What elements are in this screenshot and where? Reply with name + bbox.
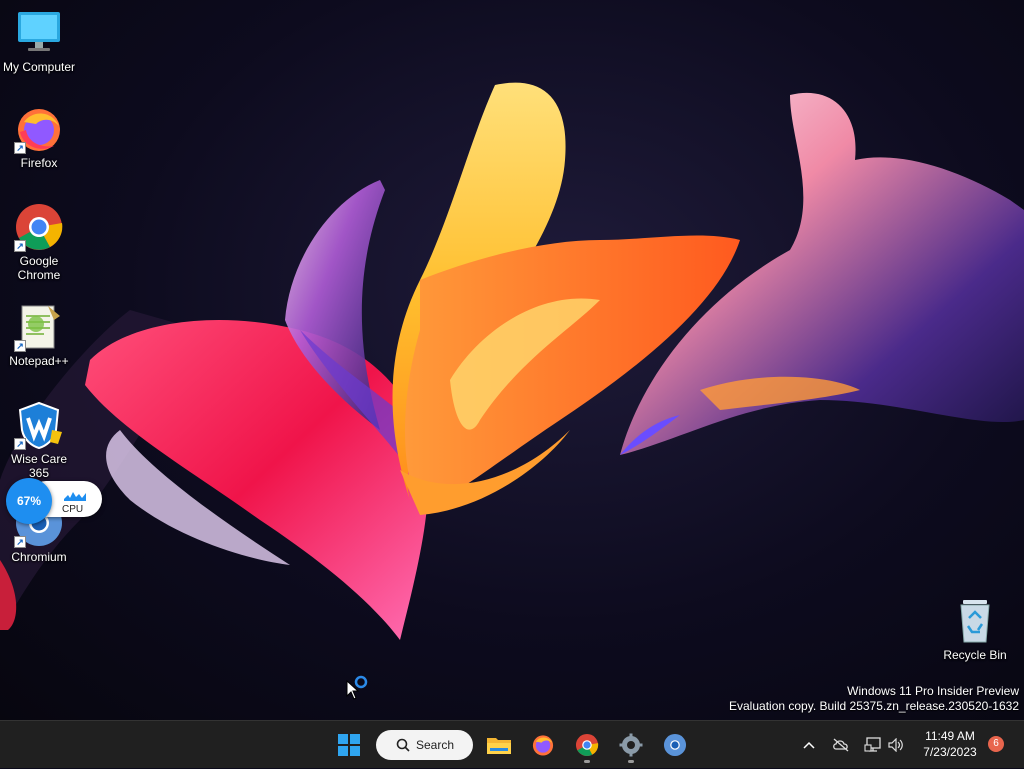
volume-button[interactable] [886, 721, 906, 769]
firefox-icon: ↗ [14, 104, 64, 154]
cpu-percent-circle: 67% [6, 478, 52, 524]
file-explorer-icon [487, 738, 511, 754]
watermark-line-2: Evaluation copy. Build 25375.zn_release.… [729, 699, 1019, 713]
shortcut-arrow-icon: ↗ [14, 142, 26, 154]
taskbar-clock[interactable]: 11:49 AM 7/23/2023 [912, 728, 988, 760]
shortcut-arrow-icon: ↗ [14, 240, 26, 252]
clock-time: 11:49 AM [925, 729, 975, 743]
cpu-label: CPU [62, 504, 84, 515]
desktop-icon-my-computer[interactable]: My Computer [0, 8, 78, 74]
shortcut-arrow-icon: ↗ [14, 438, 26, 450]
desktop-icon-label: Notepad++ [9, 354, 69, 368]
chevron-up-icon [803, 741, 815, 749]
running-indicator [584, 760, 590, 763]
show-hidden-icons-button[interactable] [799, 721, 819, 769]
desktop-icon-google-chrome[interactable]: ↗ Google Chrome [0, 202, 78, 282]
running-indicator [628, 760, 634, 763]
desktop-icon-label: My Computer [2, 60, 76, 74]
taskbar-app-google-chrome[interactable] [569, 727, 605, 763]
chrome-icon [575, 733, 599, 757]
shortcut-arrow-icon: ↗ [14, 340, 26, 352]
shortcut-arrow-icon: ↗ [14, 536, 26, 548]
desktop-icon-label: Google Chrome [17, 254, 61, 282]
taskbar-app-chromium[interactable] [657, 727, 693, 763]
cloud-offline-icon [833, 738, 849, 752]
notification-badge[interactable]: 6 [988, 736, 1004, 752]
evaluation-watermark: Windows 11 Pro Insider Preview Evaluatio… [729, 684, 1019, 714]
desktop-icon-label: Chromium [11, 550, 67, 564]
wallpaper-bloom [0, 82, 1024, 640]
firefox-icon [532, 735, 554, 756]
taskbar-app-firefox[interactable] [525, 727, 561, 763]
desktop[interactable]: My Computer ↗ Firefox ↗ Google Chrome ↗ … [0, 0, 1024, 720]
onedrive-status-button[interactable] [830, 721, 852, 769]
clock-date: 7/23/2023 [923, 745, 977, 759]
taskbar: Search 11:49 AM 7/23/2023 6 [0, 720, 1024, 768]
desktop-icon-wise-care-365[interactable]: ↗ Wise Care 365 [0, 400, 78, 480]
desktop-icon-recycle-bin[interactable]: Recycle Bin [936, 596, 1014, 662]
windows-start-icon [338, 734, 360, 756]
desktop-icon-label: Recycle Bin [943, 648, 1007, 662]
network-icon [864, 737, 881, 752]
chrome-icon: ↗ [14, 202, 64, 252]
settings-gear-icon [619, 733, 643, 757]
taskbar-app-settings[interactable] [613, 727, 649, 763]
monitor-icon [14, 8, 64, 58]
desktop-icon-notepadpp[interactable]: ↗ Notepad++ [0, 302, 78, 368]
network-status-button[interactable] [862, 721, 884, 769]
search-label: Search [416, 738, 455, 752]
watermark-line-1: Windows 11 Pro Insider Preview [847, 684, 1019, 698]
wisecare-icon: ↗ [14, 400, 64, 450]
start-button[interactable] [331, 727, 367, 763]
chromium-icon [663, 733, 687, 757]
search-icon [396, 738, 410, 752]
busy-spinner-icon [354, 675, 368, 689]
recycle-bin-icon [950, 596, 1000, 646]
desktop-icon-label: Wise Care 365 [10, 452, 67, 480]
taskbar-search-button[interactable]: Search [376, 730, 473, 760]
desktop-icon-label: Firefox [20, 156, 58, 170]
cpu-graph-icon [64, 492, 86, 501]
taskbar-app-file-explorer[interactable] [481, 727, 517, 763]
cpu-usage-widget[interactable]: 67% CPU [6, 478, 102, 524]
volume-icon [888, 738, 903, 752]
notepadpp-icon: ↗ [14, 302, 64, 352]
desktop-icon-firefox[interactable]: ↗ Firefox [0, 104, 78, 170]
